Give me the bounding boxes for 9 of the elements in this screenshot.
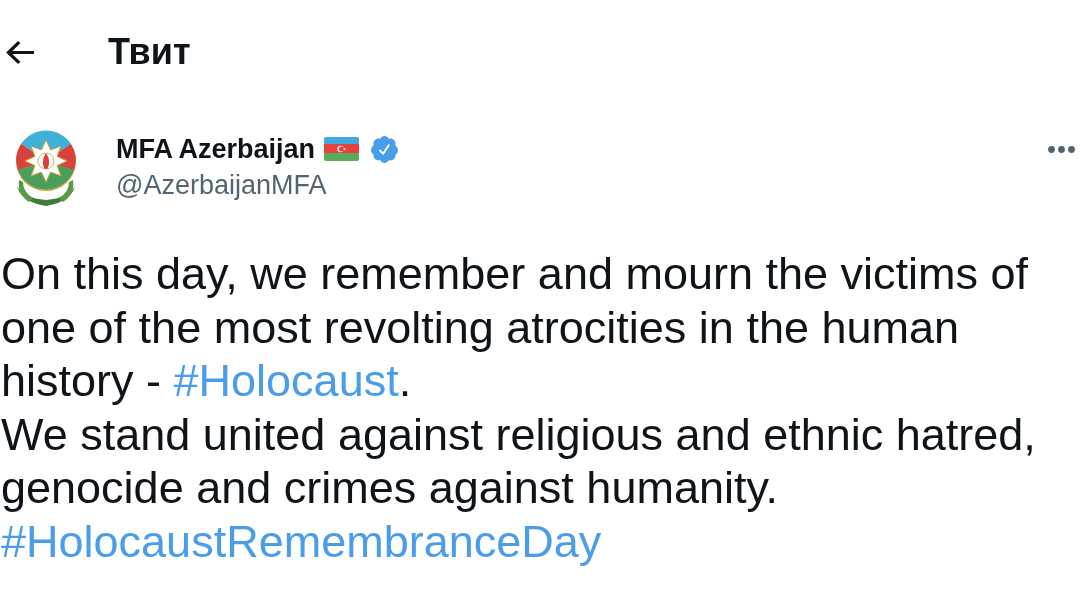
flag-icon [324,137,360,161]
back-button[interactable] [6,40,34,64]
author-handle[interactable]: @AzerbaijanMFA [116,169,327,201]
tweet-text: On this day, we remember and mourn the victims of one of the most revolting atrocities in the human history - #Holocaust. [1,247,1030,408]
emblem-avatar-icon[interactable] [13,128,79,206]
author-name[interactable]: MFA Azerbaijan [116,133,316,165]
tweet-text: We stand united against religious and ethnic hatred, genocide and crimes against humanity. [1,407,1037,515]
page-title: Твит [108,30,191,74]
more-options-button[interactable] [1048,146,1075,153]
